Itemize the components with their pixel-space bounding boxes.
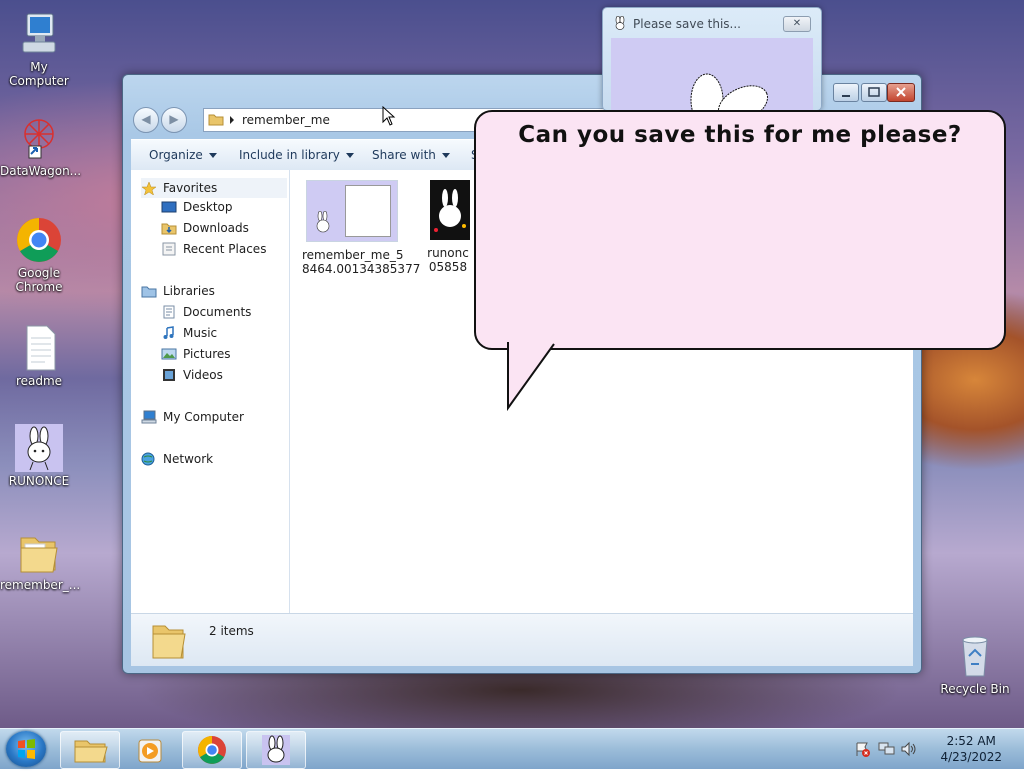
start-button[interactable] [6, 731, 46, 767]
pictures-icon [161, 347, 177, 361]
chrome-icon [198, 736, 226, 764]
popup-window[interactable]: Please save this... ✕ [602, 7, 822, 111]
mouse-cursor-icon [382, 106, 396, 126]
media-player-icon [138, 739, 162, 763]
taskbar-media-player-button[interactable] [122, 731, 180, 769]
videos-icon [161, 368, 177, 382]
nav-recent-places[interactable]: Recent Places [161, 242, 266, 256]
libraries-icon [141, 284, 157, 298]
popup-content [611, 38, 813, 110]
volume-icon[interactable] [900, 741, 918, 760]
bunny-illustration [690, 73, 769, 110]
computer-icon [141, 410, 157, 424]
network-icon [141, 452, 157, 466]
close-button[interactable] [887, 83, 915, 102]
explorer-icon [74, 740, 108, 763]
datawagon-icon [15, 114, 63, 162]
nav-videos[interactable]: Videos [161, 368, 223, 382]
minimize-button[interactable] [833, 83, 859, 102]
folder-icon [15, 528, 63, 576]
nav-my-computer[interactable]: My Computer [141, 410, 244, 424]
share-with-button[interactable]: Share with [372, 148, 450, 162]
chevron-right-icon [229, 114, 235, 128]
action-center-flag-icon[interactable] [854, 741, 872, 760]
desktop-icon-readme[interactable]: readme [0, 324, 78, 388]
nav-downloads[interactable]: Downloads [161, 221, 249, 235]
system-clock[interactable]: 2:52 AM 4/23/2022 [940, 733, 1002, 765]
speech-bubble-tail [507, 340, 555, 412]
speech-bubble: Can you save this for me please? [474, 110, 1006, 350]
popup-title: Please save this... [633, 17, 741, 31]
image-thumbnail-icon [306, 180, 398, 242]
desktop-icon-my-computer[interactable]: My Computer [0, 10, 78, 88]
chevron-down-icon [208, 153, 217, 158]
computer-icon [15, 10, 63, 58]
star-icon [141, 181, 157, 196]
taskbar-explorer-button[interactable] [60, 731, 120, 769]
file-item-remember-me[interactable]: remember_me_5 8464.00134385377 [302, 180, 420, 276]
taskbar: 2:52 AM 4/23/2022 [0, 728, 1024, 769]
address-path: remember_me [242, 113, 330, 127]
item-count: 2 items [209, 624, 254, 638]
chevron-down-icon [345, 153, 354, 158]
recycle-bin-icon [951, 632, 999, 680]
taskbar-runonce-button[interactable] [246, 731, 306, 769]
desktop-icon-datawagon[interactable]: DataWagon... [0, 114, 81, 178]
nav-network[interactable]: Network [141, 452, 213, 466]
bunny-icon [15, 424, 63, 472]
navigation-pane: Favorites Desktop Downloads Recent Place… [131, 170, 290, 613]
speech-bubble-text: Can you save this for me please? [518, 122, 962, 148]
chrome-icon [15, 216, 63, 264]
desktop-icon-google-chrome[interactable]: Google Chrome [0, 216, 78, 294]
clock-date: 4/23/2022 [940, 750, 1002, 764]
documents-icon [161, 305, 177, 319]
desktop-icon-recycle-bin[interactable]: Recycle Bin [936, 632, 1014, 696]
downloads-icon [161, 221, 177, 235]
bunny-icon [613, 15, 627, 33]
network-icon[interactable] [878, 741, 896, 760]
back-button[interactable]: ◀ [133, 107, 159, 133]
nav-documents[interactable]: Documents [161, 305, 251, 319]
nav-favorites[interactable]: Favorites [141, 178, 287, 198]
recent-places-icon [161, 242, 177, 256]
organize-button[interactable]: Organize [149, 148, 217, 162]
nav-pictures[interactable]: Pictures [161, 347, 231, 361]
system-tray: 2:52 AM 4/23/2022 [854, 729, 1024, 769]
music-icon [161, 326, 177, 340]
nav-libraries[interactable]: Libraries [141, 284, 215, 298]
folder-icon [208, 112, 224, 129]
nav-music[interactable]: Music [161, 326, 217, 340]
windows-logo-icon [18, 739, 35, 759]
desktop-icon [161, 200, 177, 214]
chevron-down-icon [441, 153, 450, 158]
status-bar: 2 items [131, 613, 913, 666]
clock-time: 2:52 AM [946, 734, 996, 748]
bunny-icon [430, 180, 470, 240]
popup-close-button[interactable]: ✕ [783, 16, 811, 32]
text-file-icon [15, 324, 63, 372]
bunny-icon [262, 735, 290, 765]
nav-desktop[interactable]: Desktop [161, 200, 233, 214]
maximize-button[interactable] [861, 83, 887, 102]
desktop-icon-remember-folder[interactable]: remember_... [0, 528, 80, 592]
include-in-library-button[interactable]: Include in library [239, 148, 354, 162]
folder-icon [151, 620, 187, 663]
forward-button[interactable]: ▶ [161, 107, 187, 133]
desktop-icon-runonce[interactable]: RUNONCE [0, 424, 78, 488]
taskbar-chrome-button[interactable] [182, 731, 242, 769]
